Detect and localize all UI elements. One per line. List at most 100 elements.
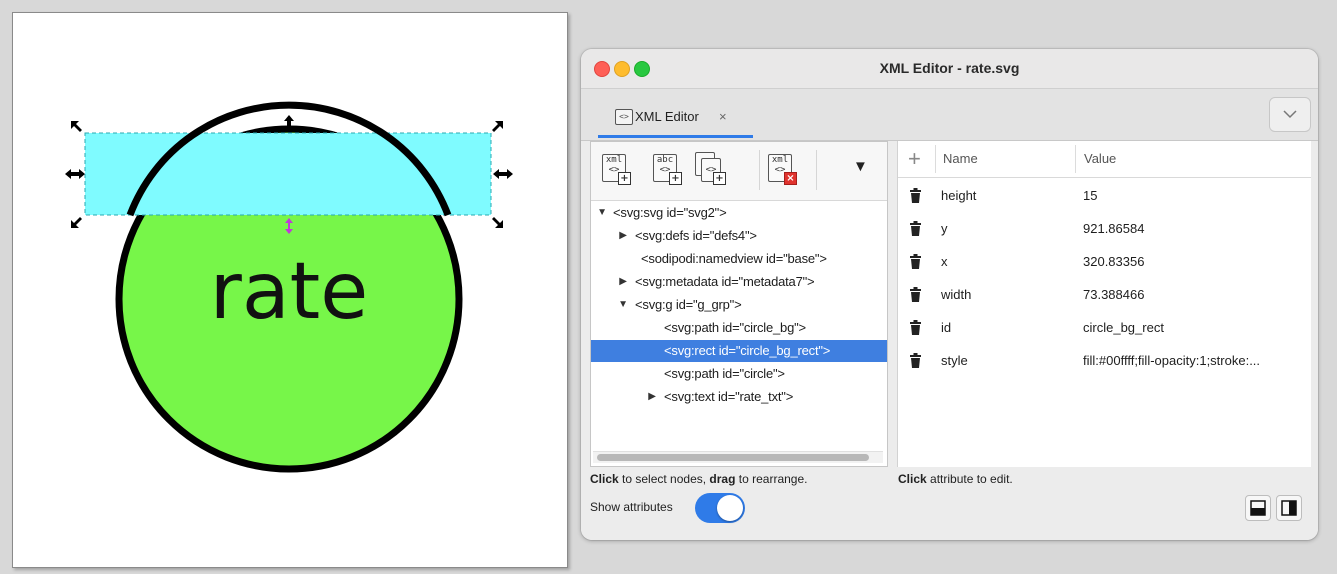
svg-canvas[interactable]: rate <box>12 12 568 568</box>
attribute-name: id <box>941 320 952 335</box>
add-attribute-icon[interactable]: + <box>908 146 921 172</box>
handle-top[interactable] <box>284 115 294 127</box>
name-column-header[interactable]: Name <box>943 151 978 166</box>
tab-bar: <> XML Editor × <box>581 89 1318 141</box>
attribute-header: + Name Value <box>898 141 1311 178</box>
tree-node-label: <svg:svg id="svg2"> <box>613 205 727 220</box>
tab-label: XML Editor <box>635 109 699 124</box>
handle-right[interactable] <box>493 169 513 179</box>
node-tree-pane: xml <> + abc <> + <> + xml <> × ▼ ▼ <svg… <box>590 141 888 467</box>
chevron-down-icon <box>1283 110 1297 119</box>
new-text-node-button[interactable]: abc <> + <box>651 152 683 186</box>
duplicate-node-button[interactable]: <> + <box>695 152 727 186</box>
attribute-row[interactable]: style fill:#00ffff;fill-opacity:1;stroke… <box>898 344 1311 377</box>
tree-hint: Click to select nodes, drag to rearrange… <box>590 472 808 486</box>
attribute-hint: Click attribute to edit. <box>898 472 1013 486</box>
tree-node-svg2[interactable]: ▼ <svg:svg id="svg2"> <box>591 202 887 224</box>
tree-node-metadata7[interactable]: ▶ <svg:metadata id="metadata7"> <box>591 271 887 293</box>
tree-node-g-grp[interactable]: ▼ <svg:g id="g_grp"> <box>591 294 887 316</box>
layout-horizontal-button[interactable] <box>1245 495 1271 521</box>
tree-node-circle-bg[interactable]: <svg:path id="circle_bg"> <box>591 317 887 339</box>
tab-menu-button[interactable] <box>1269 97 1311 132</box>
plus-badge-icon: + <box>669 172 682 185</box>
expanded-arrow-icon[interactable]: ▼ <box>596 202 608 224</box>
show-attributes-label: Show attributes <box>590 500 673 514</box>
tab-close-icon[interactable]: × <box>719 109 727 124</box>
attribute-row[interactable]: height 15 <box>898 179 1311 212</box>
tree-node-circle-bg-rect[interactable]: <svg:rect id="circle_bg_rect"> <box>591 340 887 362</box>
trash-icon[interactable] <box>909 188 922 203</box>
handle-top-right[interactable] <box>492 121 503 132</box>
handle-bottom-left[interactable] <box>71 217 82 228</box>
attribute-name: style <box>941 353 968 368</box>
header-separator <box>1075 145 1076 173</box>
window-title: XML Editor - rate.svg <box>879 60 1020 76</box>
delete-node-button[interactable]: xml <> × <box>766 152 798 186</box>
attribute-value[interactable]: 320.83356 <box>1083 245 1305 278</box>
canvas-drawing[interactable]: rate <box>13 13 569 569</box>
scrollbar-thumb[interactable] <box>597 454 869 461</box>
attribute-row[interactable]: y 921.86584 <box>898 212 1311 245</box>
layout-buttons <box>1245 495 1307 525</box>
trash-icon[interactable] <box>909 254 922 269</box>
circle-label[interactable]: rate <box>210 247 368 337</box>
handle-bottom-right[interactable] <box>492 217 503 228</box>
trash-icon[interactable] <box>909 287 922 302</box>
value-column-header[interactable]: Value <box>1084 151 1116 166</box>
title-bar: XML Editor - rate.svg <box>581 49 1318 89</box>
toolbar-separator <box>816 150 817 190</box>
new-element-node-button[interactable]: xml <> + <box>600 152 632 186</box>
collapsed-arrow-icon[interactable]: ▶ <box>617 225 629 247</box>
xml-editor-window: XML Editor - rate.svg <> XML Editor × xm… <box>581 49 1318 540</box>
attribute-value[interactable]: fill:#00ffff;fill-opacity:1;stroke:... <box>1083 344 1305 377</box>
expanded-arrow-icon[interactable]: ▼ <box>617 294 629 316</box>
collapsed-arrow-icon[interactable]: ▶ <box>646 386 658 408</box>
attribute-row[interactable]: x 320.83356 <box>898 245 1311 278</box>
toggle-knob <box>717 495 743 521</box>
node-toolbar: xml <> + abc <> + <> + xml <> × ▼ <box>591 142 887 201</box>
tree-node-label: <svg:path id="circle"> <box>664 366 785 381</box>
trash-icon[interactable] <box>909 221 922 236</box>
trash-icon[interactable] <box>909 320 922 335</box>
handle-top-left[interactable] <box>71 121 82 132</box>
plus-badge-icon: + <box>713 172 726 185</box>
attribute-value[interactable]: 15 <box>1083 179 1305 212</box>
editor-content: xml <> + abc <> + <> + xml <> × ▼ ▼ <svg… <box>581 141 1318 540</box>
attribute-value[interactable]: 73.388466 <box>1083 278 1305 311</box>
attribute-name: y <box>941 221 948 236</box>
tree-node-label: <svg:g id="g_grp"> <box>635 297 742 312</box>
layout-vertical-button[interactable] <box>1276 495 1302 521</box>
tree-node-defs4[interactable]: ▶ <svg:defs id="defs4"> <box>591 225 887 247</box>
tree-node-label: <svg:defs id="defs4"> <box>635 228 757 243</box>
show-attributes-toggle[interactable] <box>695 493 745 523</box>
tree-node-rate-txt[interactable]: ▶ <svg:text id="rate_txt"> <box>591 386 887 408</box>
tree-node-namedview[interactable]: <sodipodi:namedview id="base"> <box>591 248 887 270</box>
attribute-value[interactable]: circle_bg_rect <box>1083 311 1305 344</box>
delete-badge-icon: × <box>784 172 797 185</box>
attribute-row[interactable]: id circle_bg_rect <box>898 311 1311 344</box>
attribute-name: x <box>941 254 948 269</box>
attribute-value[interactable]: 921.86584 <box>1083 212 1305 245</box>
tree-node-label: <svg:metadata id="metadata7"> <box>635 274 815 289</box>
attribute-name: width <box>941 287 972 302</box>
tree-node-label: <svg:text id="rate_txt"> <box>664 389 794 404</box>
trash-icon[interactable] <box>909 353 922 368</box>
tree-node-label: <sodipodi:namedview id="base"> <box>641 251 827 266</box>
attribute-row[interactable]: width 73.388466 <box>898 278 1311 311</box>
horizontal-scrollbar[interactable] <box>593 451 883 463</box>
tree-node-label: <svg:path id="circle_bg"> <box>664 320 806 335</box>
attribute-pane: + Name Value height 15 y 921.86584 x 320… <box>897 141 1311 467</box>
layout-horizontal-icon <box>1250 500 1266 516</box>
collapsed-arrow-icon[interactable]: ▶ <box>617 271 629 293</box>
attribute-name: height <box>941 188 977 203</box>
tab-xml-editor[interactable]: <> XML Editor × <box>598 95 753 138</box>
more-options-icon[interactable]: ▼ <box>853 158 868 175</box>
xml-editor-icon: <> <box>615 109 633 125</box>
tree-node-label: <svg:rect id="circle_bg_rect"> <box>664 343 831 358</box>
handle-left[interactable] <box>65 169 85 179</box>
tree-node-circle[interactable]: <svg:path id="circle"> <box>591 363 887 385</box>
header-separator <box>935 145 936 173</box>
toolbar-separator <box>759 150 760 190</box>
layout-vertical-icon <box>1281 500 1297 516</box>
plus-badge-icon: + <box>618 172 631 185</box>
